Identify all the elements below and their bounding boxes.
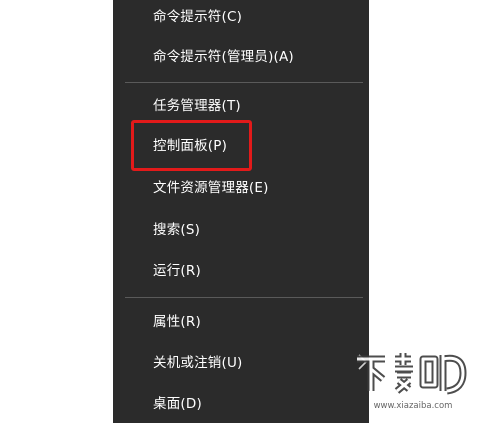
screenshot-stage: 命令提示符(C) 命令提示符(管理员)(A) 任务管理器(T) 控制面板(P) … xyxy=(0,0,482,423)
site-watermark-logo: www.xiazaiba.com xyxy=(357,353,467,411)
menu-item-command-prompt[interactable]: 命令提示符(C) xyxy=(153,5,242,29)
menu-item-run[interactable]: 运行(R) xyxy=(153,259,201,283)
menu-item-file-explorer[interactable]: 文件资源管理器(E) xyxy=(153,176,269,200)
control-panel-highlight-box xyxy=(131,120,252,171)
menu-divider xyxy=(125,297,363,298)
menu-item-properties[interactable]: 属性(R) xyxy=(153,310,201,334)
menu-item-shutdown-signout[interactable]: 关机或注销(U) xyxy=(153,351,243,375)
watermark-url: www.xiazaiba.com xyxy=(374,401,453,411)
menu-item-desktop[interactable]: 桌面(D) xyxy=(153,392,202,416)
menu-item-task-manager[interactable]: 任务管理器(T) xyxy=(153,94,241,118)
menu-item-command-prompt-admin[interactable]: 命令提示符(管理员)(A) xyxy=(153,45,294,69)
menu-divider xyxy=(125,82,363,83)
context-menu: 命令提示符(C) 命令提示符(管理员)(A) 任务管理器(T) 控制面板(P) … xyxy=(113,0,369,423)
menu-item-search[interactable]: 搜索(S) xyxy=(153,218,200,242)
